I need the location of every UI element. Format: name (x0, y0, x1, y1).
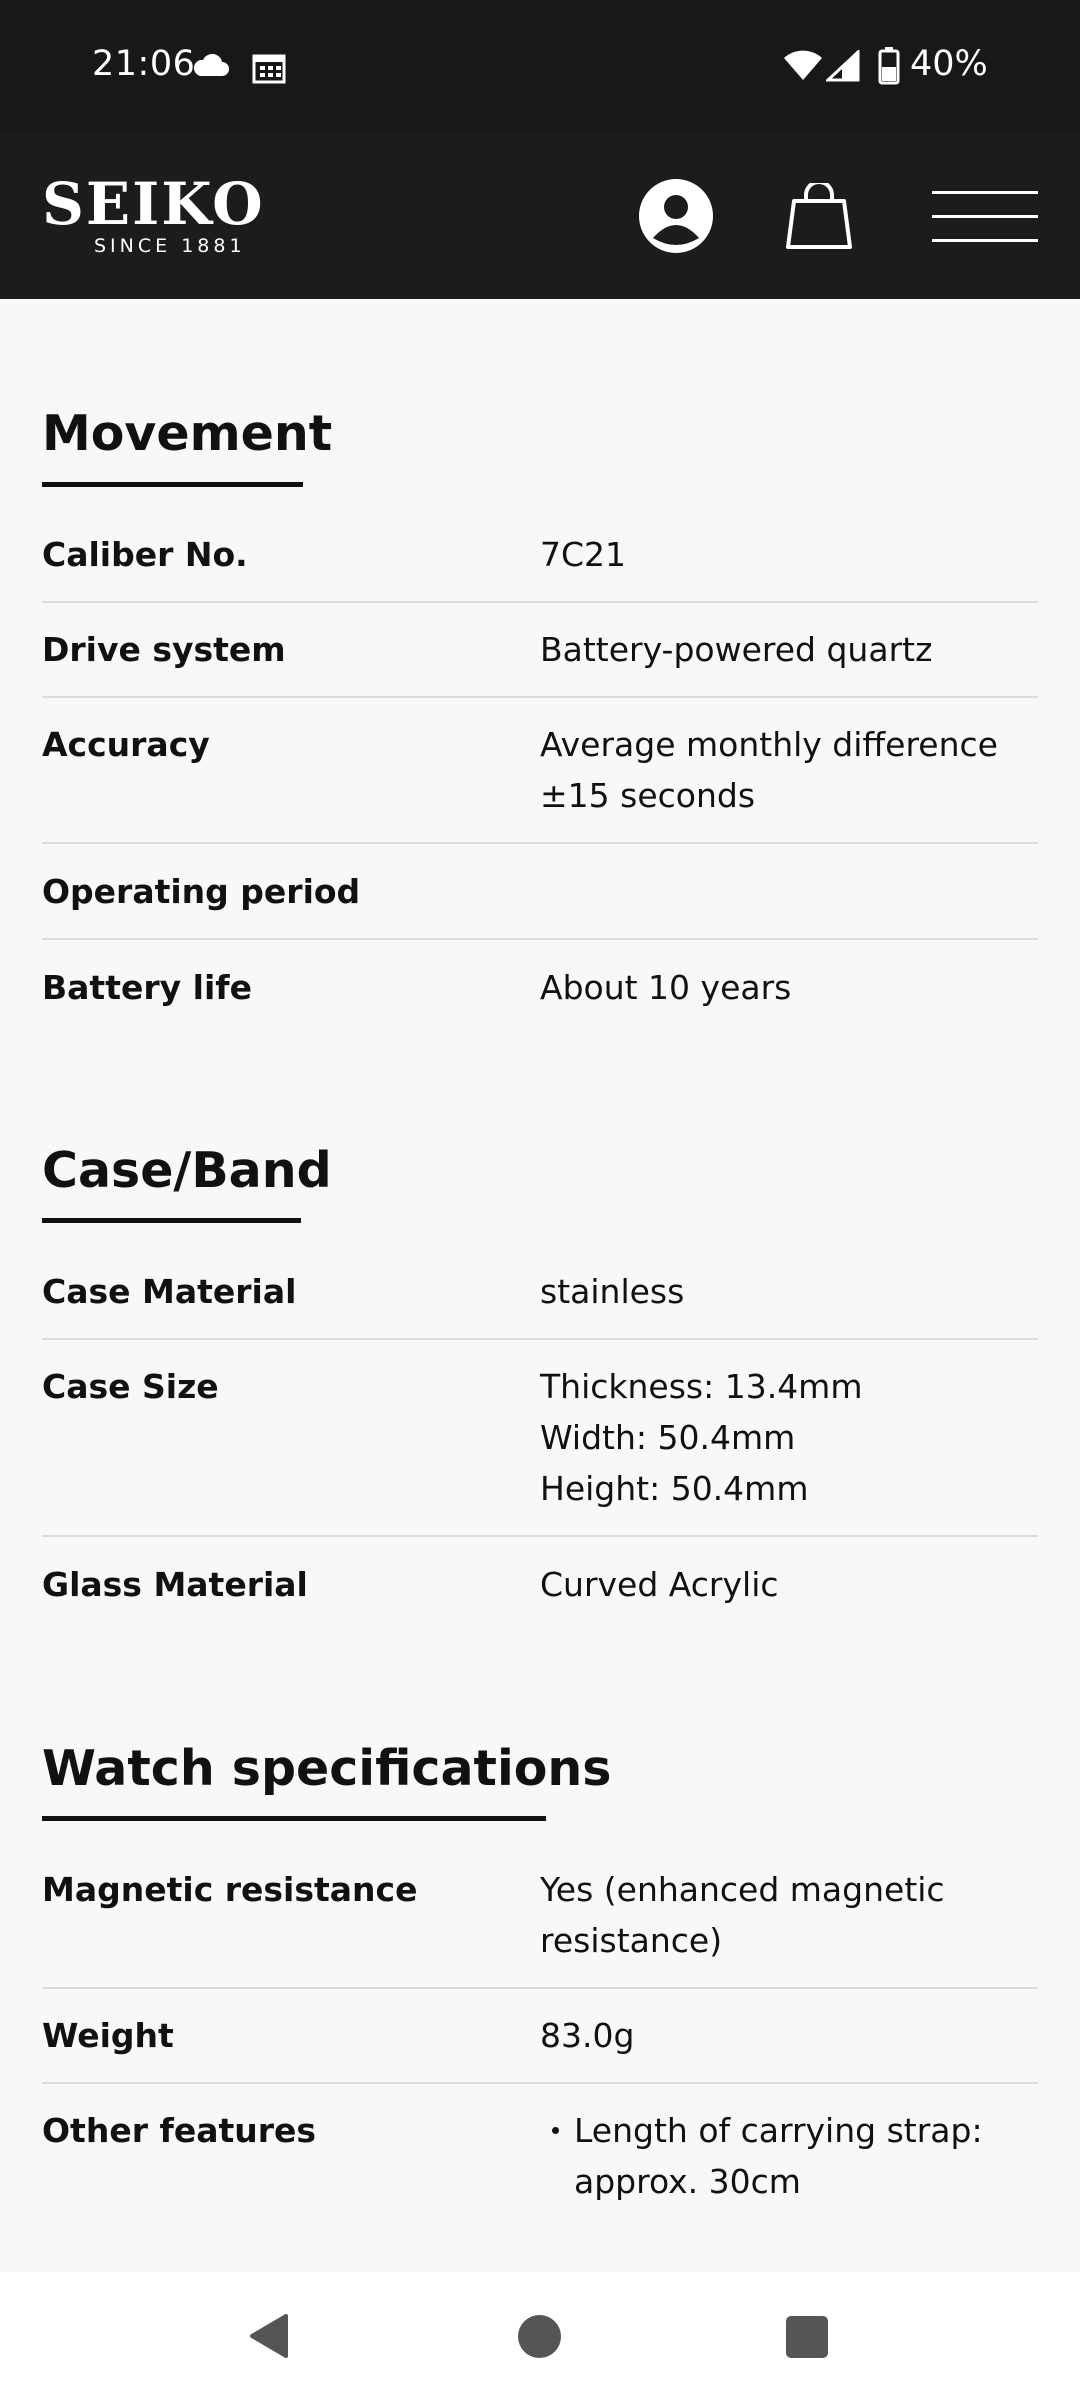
hamburger-menu-icon (932, 191, 1038, 194)
status-time: 21:06 (92, 44, 196, 84)
spec-row-operating-period: Operating period (42, 866, 1038, 940)
spec-value: Battery-powered quartz (540, 630, 933, 669)
spec-value: Length of carrying strap: approx. 30cm (540, 2105, 1038, 2207)
recents-icon[interactable] (786, 2316, 828, 2358)
spec-label: Case Size (42, 1367, 219, 1406)
section-title-watch-specifications: Watch specifications (42, 1740, 612, 1797)
spec-label: Case Material (42, 1272, 297, 1311)
spec-label: Magnetic resistance (42, 1870, 418, 1909)
spec-label: Caliber No. (42, 535, 248, 574)
spec-label: Operating period (42, 872, 361, 911)
spec-label: Battery life (42, 968, 252, 1007)
section-title-case-band: Case/Band (42, 1142, 332, 1199)
menu-button[interactable] (932, 191, 1038, 243)
site-header: SEIKO SINCE 1881 (0, 131, 1080, 299)
spec-value: Thickness: 13.4mm Width: 50.4mm Height: … (540, 1367, 863, 1508)
section-title-movement: Movement (42, 405, 333, 462)
shopping-bag-icon (786, 180, 852, 249)
section-underline (42, 482, 303, 487)
spec-label: Drive system (42, 630, 286, 669)
spec-row-drive-system: Drive system Battery-powered quartz (42, 624, 1038, 698)
spec-row-other-features: Other features Length of carrying strap:… (42, 2105, 1038, 2235)
spec-row-accuracy: Accuracy Average monthly difference ±15 … (42, 719, 1038, 844)
spec-value: 83.0g (540, 2016, 635, 2055)
spec-row-case-size: Case Size Thickness: 13.4mm Width: 50.4m… (42, 1361, 1038, 1537)
account-button[interactable] (638, 178, 714, 254)
spec-row-caliber: Caliber No. 7C21 (42, 529, 1038, 603)
spec-value: 7C21 (540, 535, 627, 574)
system-nav-bar (0, 2272, 1080, 2400)
battery-percent: 40% (910, 44, 988, 84)
signal-icon (824, 48, 860, 86)
spec-value: stainless (540, 1272, 685, 1311)
logo-wordmark: SEIKO (42, 170, 265, 238)
account-icon (639, 179, 713, 253)
spec-row-weight: Weight 83.0g (42, 2010, 1038, 2084)
wifi-icon (783, 50, 823, 86)
cloud-icon (192, 52, 230, 82)
home-icon[interactable] (518, 2315, 561, 2358)
spec-row-magnetic-resistance: Magnetic resistance Yes (enhanced magnet… (42, 1864, 1038, 1989)
spec-label: Weight (42, 2016, 174, 2055)
section-underline (42, 1218, 301, 1223)
spec-value: About 10 years (540, 968, 792, 1007)
back-icon (250, 2314, 288, 2358)
spec-label: Other features (42, 2111, 317, 2150)
bullet-dot (552, 2127, 559, 2134)
spec-value: Yes (enhanced magnetic resistance) (540, 1870, 945, 1960)
spec-label: Accuracy (42, 725, 210, 764)
section-underline (42, 1816, 546, 1821)
status-bar: 21:06 40% (0, 0, 1080, 131)
spec-row-battery-life: Battery life About 10 years (42, 962, 1038, 1034)
battery-icon (878, 47, 900, 89)
spec-value: Curved Acrylic (540, 1565, 779, 1604)
spec-row-case-material: Case Material stainless (42, 1266, 1038, 1340)
back-button[interactable] (246, 2312, 290, 2364)
seiko-logo[interactable]: SEIKO SINCE 1881 (42, 175, 274, 265)
spec-value: Average monthly difference ±15 seconds (540, 725, 998, 815)
spec-row-glass-material: Glass Material Curved Acrylic (42, 1559, 1038, 1631)
cart-button[interactable] (784, 180, 854, 251)
list-item: Length of carrying strap: approx. 30cm (540, 2105, 1038, 2207)
calendar-icon (252, 52, 286, 88)
spec-label: Glass Material (42, 1565, 308, 1604)
logo-tagline: SINCE 1881 (94, 235, 246, 257)
